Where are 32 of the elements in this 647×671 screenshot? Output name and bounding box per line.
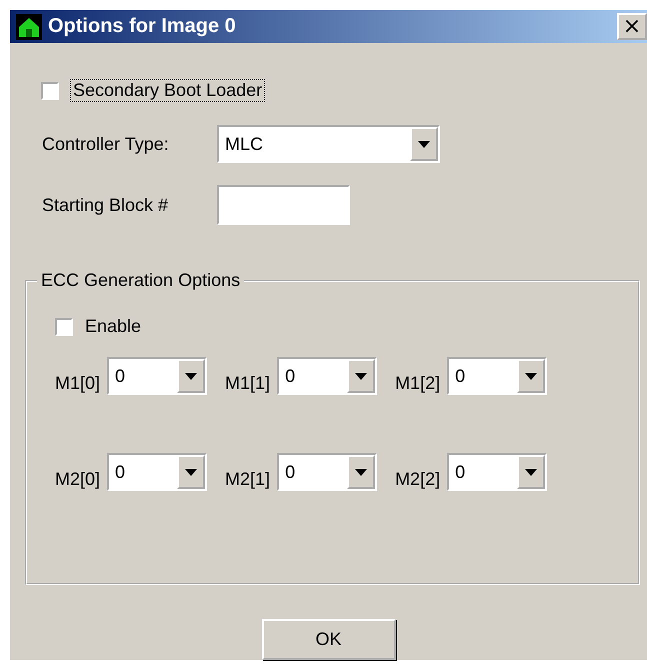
- dropdown-arrow-icon[interactable]: [355, 468, 368, 476]
- dropdown[interactable]: 0: [277, 357, 378, 395]
- checkbox[interactable]: [41, 82, 59, 100]
- app-icon: [16, 14, 42, 40]
- group-title: ECC Generation Options: [37, 270, 244, 291]
- dropdown-arrow-icon[interactable]: [185, 372, 198, 380]
- checkbox-label[interactable]: Secondary Boot Loader: [71, 80, 264, 101]
- dropdown-arrow-icon[interactable]: [525, 468, 538, 476]
- dropdown[interactable]: 0: [107, 453, 208, 491]
- field-label: Starting Block #: [42, 194, 170, 216]
- close-button[interactable]: ×: [617, 13, 647, 40]
- dropdown-arrow-icon[interactable]: [185, 468, 198, 476]
- field-label: M1[1]: [225, 372, 270, 394]
- field-label: M1[0]: [55, 372, 100, 394]
- field-label: M2[2]: [395, 468, 440, 490]
- dropdown-arrow-icon[interactable]: [525, 372, 538, 380]
- dropdown-arrow-icon[interactable]: [355, 372, 368, 380]
- field-label: Controller Type:: [42, 134, 170, 154]
- checkbox[interactable]: [55, 318, 73, 336]
- dropdown-arrow-icon[interactable]: [418, 140, 430, 148]
- dropdown[interactable]: 0: [277, 453, 378, 491]
- dropdown[interactable]: 0: [447, 453, 548, 491]
- dropdown[interactable]: 0: [447, 357, 548, 395]
- field-label: M2[0]: [55, 468, 100, 490]
- field-label: M2[1]: [225, 468, 270, 490]
- window-title: Options for Image 0: [48, 15, 237, 38]
- ok-button[interactable]: OK: [262, 619, 396, 660]
- dropdown[interactable]: 0: [107, 357, 208, 395]
- dropdown[interactable]: MLC: [217, 125, 440, 163]
- input-field[interactable]: [217, 185, 350, 225]
- checkbox-label[interactable]: Enable: [85, 316, 142, 337]
- field-label: M1[2]: [395, 372, 440, 394]
